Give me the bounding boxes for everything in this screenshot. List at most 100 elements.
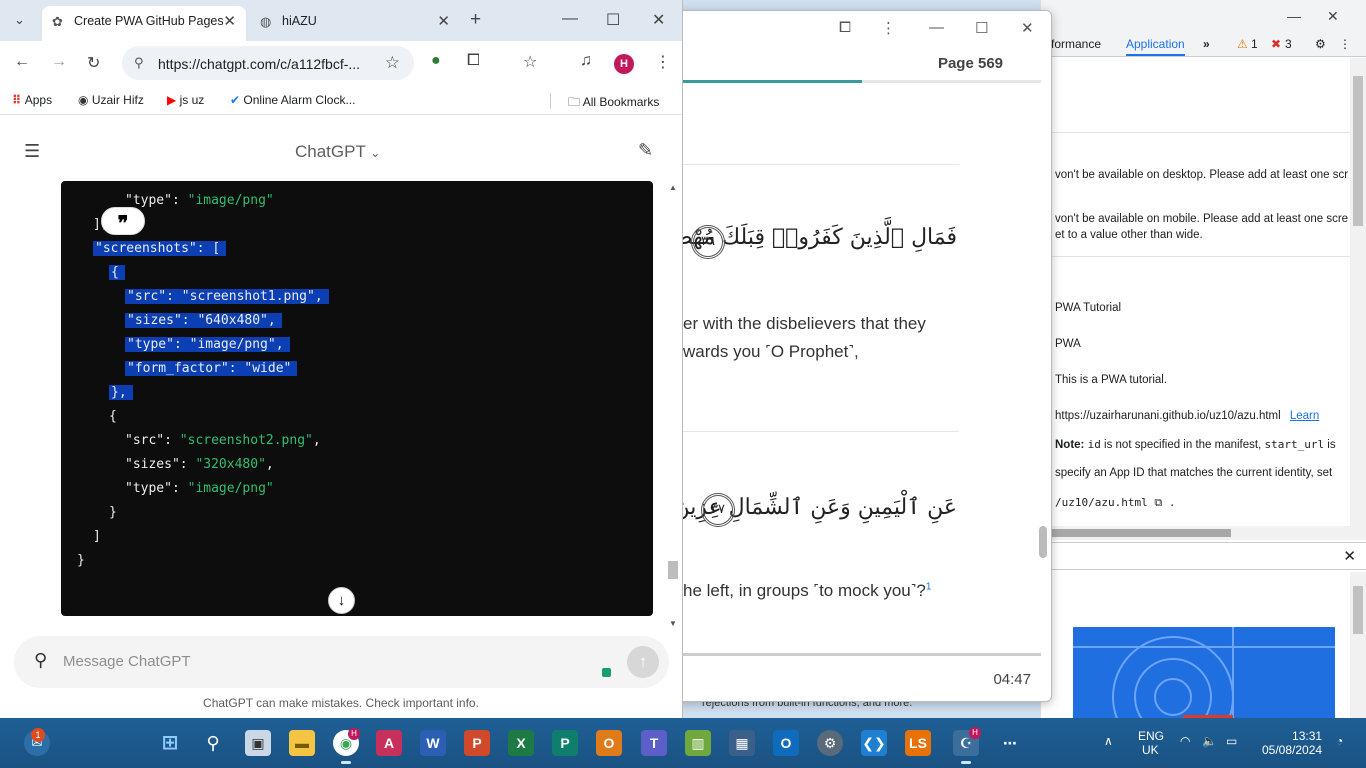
code-token: "src" (125, 433, 165, 448)
clock[interactable]: 13:31 05/08/2024 (1262, 729, 1322, 757)
back-icon[interactable]: ← (14, 53, 30, 71)
pwa-profile-badge: H (969, 727, 981, 739)
bookmark-js-uz[interactable]: ▶ js uz (167, 93, 204, 107)
scroll-thumb[interactable] (1051, 529, 1231, 537)
audio-progress-bar[interactable] (683, 653, 1041, 656)
extensions-icon[interactable]: ⧠ (467, 52, 480, 70)
bookmark-uzair-hifz[interactable]: ◉ Uzair Hifz (78, 93, 144, 107)
copy-icon[interactable]: ⧉ (1154, 496, 1162, 509)
warning-icon[interactable]: ⚠ (1237, 37, 1248, 51)
message-input[interactable]: Message ChatGPT (63, 653, 191, 670)
gear-icon[interactable]: ⚙ (1315, 37, 1326, 51)
code-token: { (111, 265, 119, 280)
close-tab-icon[interactable]: ✕ (223, 12, 236, 30)
devtools-scrollbar[interactable] (1350, 58, 1366, 528)
tab-search-icon[interactable]: ⌄ (14, 12, 25, 28)
kebab-menu-icon[interactable]: ⋮ (1339, 37, 1351, 51)
learn-more-link[interactable]: Learn (1290, 410, 1319, 422)
code-block[interactable]: "type": "image/png"], "screenshots": [{"s… (61, 181, 653, 616)
tab-hiazu[interactable]: ◍ hiAZU ✕ (250, 6, 460, 41)
task-view-icon[interactable]: ▣ (245, 730, 271, 756)
code-line: }, (109, 381, 133, 405)
maximize-icon[interactable]: ☐ (606, 10, 620, 30)
file-explorer-icon[interactable]: ▬ (289, 730, 315, 756)
selected-text: "screenshots": [ (93, 241, 227, 256)
language-indicator[interactable]: ENG UK (1138, 729, 1164, 757)
forward-icon[interactable]: → (51, 53, 67, 71)
address-bar[interactable]: ⚲ https://chatgpt.com/c/a112fbcf-... ☆ (122, 46, 414, 80)
kebab-menu-icon[interactable]: ⋮ (881, 19, 896, 37)
quran-scrollbar-thumb[interactable] (1039, 526, 1047, 558)
scroll-to-bottom-button[interactable]: ↓ (328, 587, 355, 614)
message-composer[interactable]: ⚲ Message ChatGPT ↑ (14, 636, 669, 688)
site-info-icon[interactable]: ⚲ (134, 55, 144, 71)
minimize-icon[interactable]: — (929, 19, 944, 36)
calculator-icon[interactable]: ▦ (729, 730, 755, 756)
minimize-icon[interactable]: — (1287, 8, 1301, 24)
chart-app-icon[interactable]: ▥ (685, 730, 711, 756)
close-window-icon[interactable]: ✕ (652, 10, 665, 30)
devtools-horizontal-scrollbar[interactable] (1041, 526, 1366, 540)
quote-button[interactable]: ❞ (101, 207, 145, 235)
close-tab-icon[interactable]: ✕ (437, 12, 450, 30)
search-icon[interactable]: ⚲ (200, 730, 226, 756)
extension-robot-icon[interactable]: ● (431, 52, 441, 70)
close-drawer-icon[interactable]: ✕ (1343, 547, 1356, 565)
model-selector[interactable]: ChatGPT ⌄ (295, 142, 380, 162)
powerpoint-icon[interactable]: P (464, 730, 490, 756)
outlook-calendar-icon[interactable]: O (596, 730, 622, 756)
bookmarks-bar: ⠿ Apps ◉ Uzair Hifz ▶ js uz ✔ Online Ala… (0, 87, 682, 115)
wifi-icon[interactable]: ◠ (1180, 734, 1190, 748)
bookmark-apps[interactable]: ⠿ Apps (12, 93, 52, 107)
all-bookmarks[interactable]: 🗀 All Bookmarks (568, 93, 659, 114)
publisher-icon[interactable]: P (552, 730, 578, 756)
code-token: : (171, 193, 188, 208)
volume-icon[interactable]: 🔈 (1202, 734, 1217, 748)
more-tabs-icon[interactable]: » (1203, 37, 1210, 51)
tab-create-pwa[interactable]: ✿ Create PWA GitHub Pages ✕ (42, 6, 246, 41)
close-icon[interactable]: ✕ (1327, 8, 1339, 25)
scroll-thumb[interactable] (1353, 586, 1363, 634)
new-chat-icon[interactable]: ✎ (638, 140, 653, 161)
maximize-icon[interactable]: ☐ (975, 19, 988, 37)
more-apps-icon[interactable]: ⋯ (997, 730, 1023, 756)
minimize-icon[interactable]: — (562, 10, 578, 28)
word-icon[interactable]: W (420, 730, 446, 756)
chrome-menu-icon[interactable]: ⋮ (655, 52, 671, 72)
acrobat-icon[interactable]: A (376, 730, 402, 756)
vscode-icon[interactable]: ❮❯ (861, 730, 887, 756)
send-button[interactable]: ↑ (627, 646, 659, 678)
bookmarks-panel-icon[interactable]: ☆ (523, 52, 537, 72)
settings-icon[interactable]: ⚙ (817, 730, 843, 756)
devtools-tab-application[interactable]: Application (1126, 37, 1185, 56)
code-token: }, (111, 385, 127, 400)
alarm-check-icon: ✔ (230, 93, 241, 107)
new-tab-button[interactable]: + (470, 9, 481, 31)
scroll-up-icon[interactable]: ▲ (669, 183, 677, 192)
scroll-thumb[interactable] (1353, 76, 1363, 226)
excel-icon[interactable]: X (508, 730, 534, 756)
profile-avatar[interactable]: H (614, 54, 634, 74)
extension-icon[interactable]: ⧠ (839, 19, 851, 36)
show-hidden-icons[interactable]: ∧ (1104, 734, 1113, 748)
error-icon[interactable]: ✖ (1271, 37, 1281, 51)
battery-icon[interactable]: ▭ (1226, 734, 1237, 748)
attach-icon[interactable]: ⚲ (34, 650, 47, 671)
bookmark-alarm-clock[interactable]: ✔ Online Alarm Clock... (230, 93, 355, 107)
close-icon[interactable]: ✕ (1021, 19, 1034, 37)
footnote-link[interactable]: 1 (926, 581, 932, 592)
start-button[interactable]: ⊞ (157, 730, 183, 756)
reload-icon[interactable]: ↻ (87, 53, 100, 73)
media-control-icon[interactable]: ♫ (580, 52, 592, 70)
live-server-icon[interactable]: LS (905, 730, 931, 756)
chat-scrollbar[interactable]: ▲ ▼ (667, 181, 679, 631)
devtools-tab-performance[interactable]: formance (1051, 37, 1101, 51)
outlook-icon[interactable]: O (773, 730, 799, 756)
bookmark-star-icon[interactable]: ☆ (385, 53, 400, 73)
scroll-thumb[interactable] (668, 561, 678, 579)
scroll-down-icon[interactable]: ▼ (669, 619, 677, 628)
teams-icon[interactable]: T (641, 730, 667, 756)
notification-center-icon[interactable]: ◔ (1336, 734, 1343, 748)
drawer-scrollbar[interactable] (1350, 572, 1366, 718)
sidebar-toggle-icon[interactable]: ☰ (24, 141, 40, 162)
